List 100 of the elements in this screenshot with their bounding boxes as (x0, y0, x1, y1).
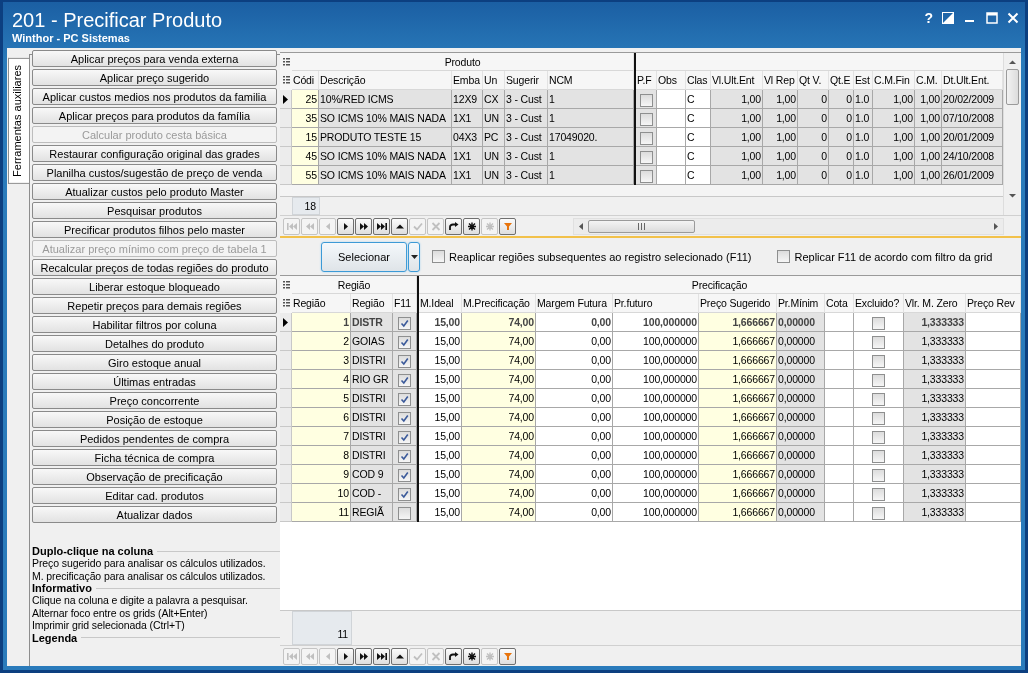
column-header[interactable]: Emba (452, 71, 483, 90)
column-chooser-icon[interactable] (282, 299, 290, 308)
column-chooser-icon[interactable] (282, 57, 290, 67)
tool-button[interactable]: Aplicar custos medios nos produtos da familia (32, 88, 277, 105)
column-header[interactable]: Qt.E (829, 71, 854, 90)
checkbox[interactable] (398, 354, 411, 368)
column-header[interactable]: C.M. (915, 71, 942, 90)
column-header[interactable]: Região (292, 294, 351, 313)
next-record-button[interactable] (337, 217, 354, 235)
tool-button[interactable]: Preço concorrente (32, 392, 277, 409)
checkbox[interactable] (398, 506, 411, 520)
tool-button[interactable]: Restaurar configuração original das grades (32, 145, 277, 162)
checkbox[interactable] (398, 335, 411, 349)
column-header[interactable]: Obs (657, 71, 686, 90)
checkbox[interactable] (872, 411, 885, 425)
column-header[interactable]: Dt.Ult.Ent. (942, 71, 1003, 90)
row-header[interactable] (280, 90, 292, 109)
tool-button[interactable]: Pedidos pendentes de compra (32, 430, 277, 447)
column-header[interactable]: P.F (636, 71, 657, 90)
tool-button[interactable]: Aplicar preços para produtos da família (32, 107, 277, 124)
column-header[interactable]: NCM (548, 71, 634, 90)
tool-button[interactable]: Últimas entradas (32, 373, 277, 390)
column-header[interactable]: Sugerir (505, 71, 548, 90)
filter-button[interactable] (499, 217, 516, 235)
filter-button[interactable] (499, 647, 516, 665)
column-header[interactable]: Cota (825, 294, 854, 313)
checkbox[interactable] (872, 506, 885, 520)
checkbox[interactable] (872, 316, 885, 330)
tool-button[interactable]: Atualizar custos pelo produto Master (32, 183, 277, 200)
column-header[interactable]: M.Precificação (462, 294, 536, 313)
tool-button[interactable]: Aplicar preço sugerido (32, 69, 277, 86)
checkbox[interactable] (872, 449, 885, 463)
column-header[interactable]: Clas (686, 71, 711, 90)
refresh-button[interactable] (445, 647, 462, 665)
checkbox[interactable] (639, 112, 653, 126)
tool-button[interactable]: Pesquisar produtos (32, 202, 277, 219)
checkbox[interactable] (398, 392, 411, 406)
insert-record-button[interactable] (391, 217, 408, 235)
checkbox[interactable] (872, 392, 885, 406)
column-header[interactable]: Descrição (319, 71, 452, 90)
dropdown-button[interactable] (408, 241, 420, 272)
checkbox[interactable] (639, 169, 653, 183)
checkbox[interactable] (872, 487, 885, 501)
scroll-right-icon[interactable] (993, 221, 999, 231)
column-header[interactable]: Margem Futura (536, 294, 613, 313)
next-page-button[interactable] (355, 217, 372, 235)
checkbox[interactable] (398, 411, 411, 425)
scroll-up-icon[interactable] (1008, 59, 1017, 65)
checkbox[interactable] (872, 335, 885, 349)
tool-button[interactable]: Recalcular preços de todas regiões do produto (32, 259, 277, 276)
asterisk-button[interactable] (463, 217, 480, 235)
select-button[interactable]: Selecionar (321, 241, 407, 272)
checkbox[interactable] (872, 354, 885, 368)
side-tab[interactable]: Ferramentas auxiliares (8, 58, 29, 184)
column-header[interactable]: F11 (393, 294, 417, 313)
tool-button[interactable]: Editar cad. produtos (32, 487, 277, 504)
tool-button[interactable]: Giro estoque anual (32, 354, 277, 371)
column-header[interactable]: Un (483, 71, 505, 90)
tool-button[interactable]: Repetir preços para demais regiões (32, 297, 277, 314)
tool-button[interactable]: Observação de precificação (32, 468, 277, 485)
column-header[interactable]: Vl Rep (763, 71, 798, 90)
checkbox[interactable] (872, 468, 885, 482)
tool-button[interactable]: Posição de estoque (32, 411, 277, 428)
column-header[interactable]: Est (854, 71, 873, 90)
column-header[interactable]: Pr.futuro (613, 294, 699, 313)
checkbox[interactable] (872, 373, 885, 387)
checkbox[interactable] (432, 250, 445, 263)
checkbox[interactable] (777, 250, 791, 263)
column-header[interactable]: Vl.Ult.Ent (711, 71, 763, 90)
tool-button[interactable]: Planilha custos/sugestão de preço de venda (32, 164, 277, 181)
tool-button[interactable]: Ficha técnica de compra (32, 449, 277, 466)
next-page-button[interactable] (355, 647, 372, 665)
column-header[interactable]: Vlr. M. Zero (904, 294, 966, 313)
checkbox[interactable] (398, 487, 411, 501)
column-header[interactable]: Excluido? (854, 294, 904, 313)
asterisk-button[interactable] (463, 647, 480, 665)
refresh-button[interactable] (445, 217, 462, 235)
row-header[interactable] (280, 313, 292, 332)
checkbox[interactable] (872, 430, 885, 444)
last-record-button[interactable] (373, 647, 390, 665)
tool-button[interactable]: Detalhes do produto (32, 335, 277, 352)
column-header[interactable]: Preço Sugerido (699, 294, 777, 313)
column-header[interactable]: Qt V. (798, 71, 829, 90)
tool-button[interactable]: Atualizar dados (32, 506, 277, 523)
scrollbar-thumb[interactable] (588, 219, 695, 233)
column-header[interactable]: Região (351, 294, 393, 313)
column-chooser-icon[interactable] (282, 76, 290, 85)
checkbox[interactable] (639, 93, 653, 107)
column-chooser-icon[interactable] (282, 280, 290, 290)
column-header[interactable]: Pr.Mínim (777, 294, 825, 313)
scrollbar-thumb[interactable] (1006, 69, 1019, 105)
checkbox[interactable] (398, 430, 411, 444)
column-header[interactable]: C.M.Fin (873, 71, 915, 90)
checkbox[interactable] (398, 373, 411, 387)
last-record-button[interactable] (373, 217, 390, 235)
column-header[interactable]: Preço Rev (966, 294, 1021, 313)
close-icon[interactable] (1007, 12, 1019, 24)
column-header[interactable]: M.Ideal (419, 294, 462, 313)
square-diagonal-icon[interactable] (942, 12, 954, 24)
tool-button[interactable]: Aplicar preços para venda externa (32, 50, 277, 67)
